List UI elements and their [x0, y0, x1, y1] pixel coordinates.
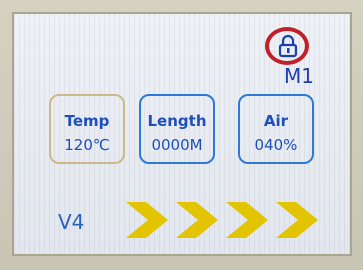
device-bezel: M1 Temp 120℃ Length 0000M Air 040% V4	[0, 0, 363, 270]
chevron-arrows[interactable]	[124, 198, 324, 242]
temp-label: Temp	[64, 112, 110, 130]
version-label: V4	[58, 210, 85, 234]
display-screen: M1 Temp 120℃ Length 0000M Air 040% V4	[12, 12, 352, 256]
length-label: Length	[147, 112, 207, 130]
air-value: 040%	[254, 136, 298, 154]
chevron-right-icon	[226, 202, 268, 238]
chevron-right-icon	[276, 202, 318, 238]
mode-label: M1	[284, 64, 314, 88]
length-value: 0000M	[151, 136, 203, 154]
chevron-right-icon	[126, 202, 168, 238]
air-label: Air	[263, 112, 289, 130]
lock-icon[interactable]	[277, 34, 299, 58]
chevron-right-icon	[176, 202, 218, 238]
air-card[interactable]: Air 040%	[238, 94, 314, 164]
temp-value: 120℃	[64, 136, 110, 154]
temp-card[interactable]: Temp 120℃	[49, 94, 125, 164]
length-card[interactable]: Length 0000M	[139, 94, 215, 164]
